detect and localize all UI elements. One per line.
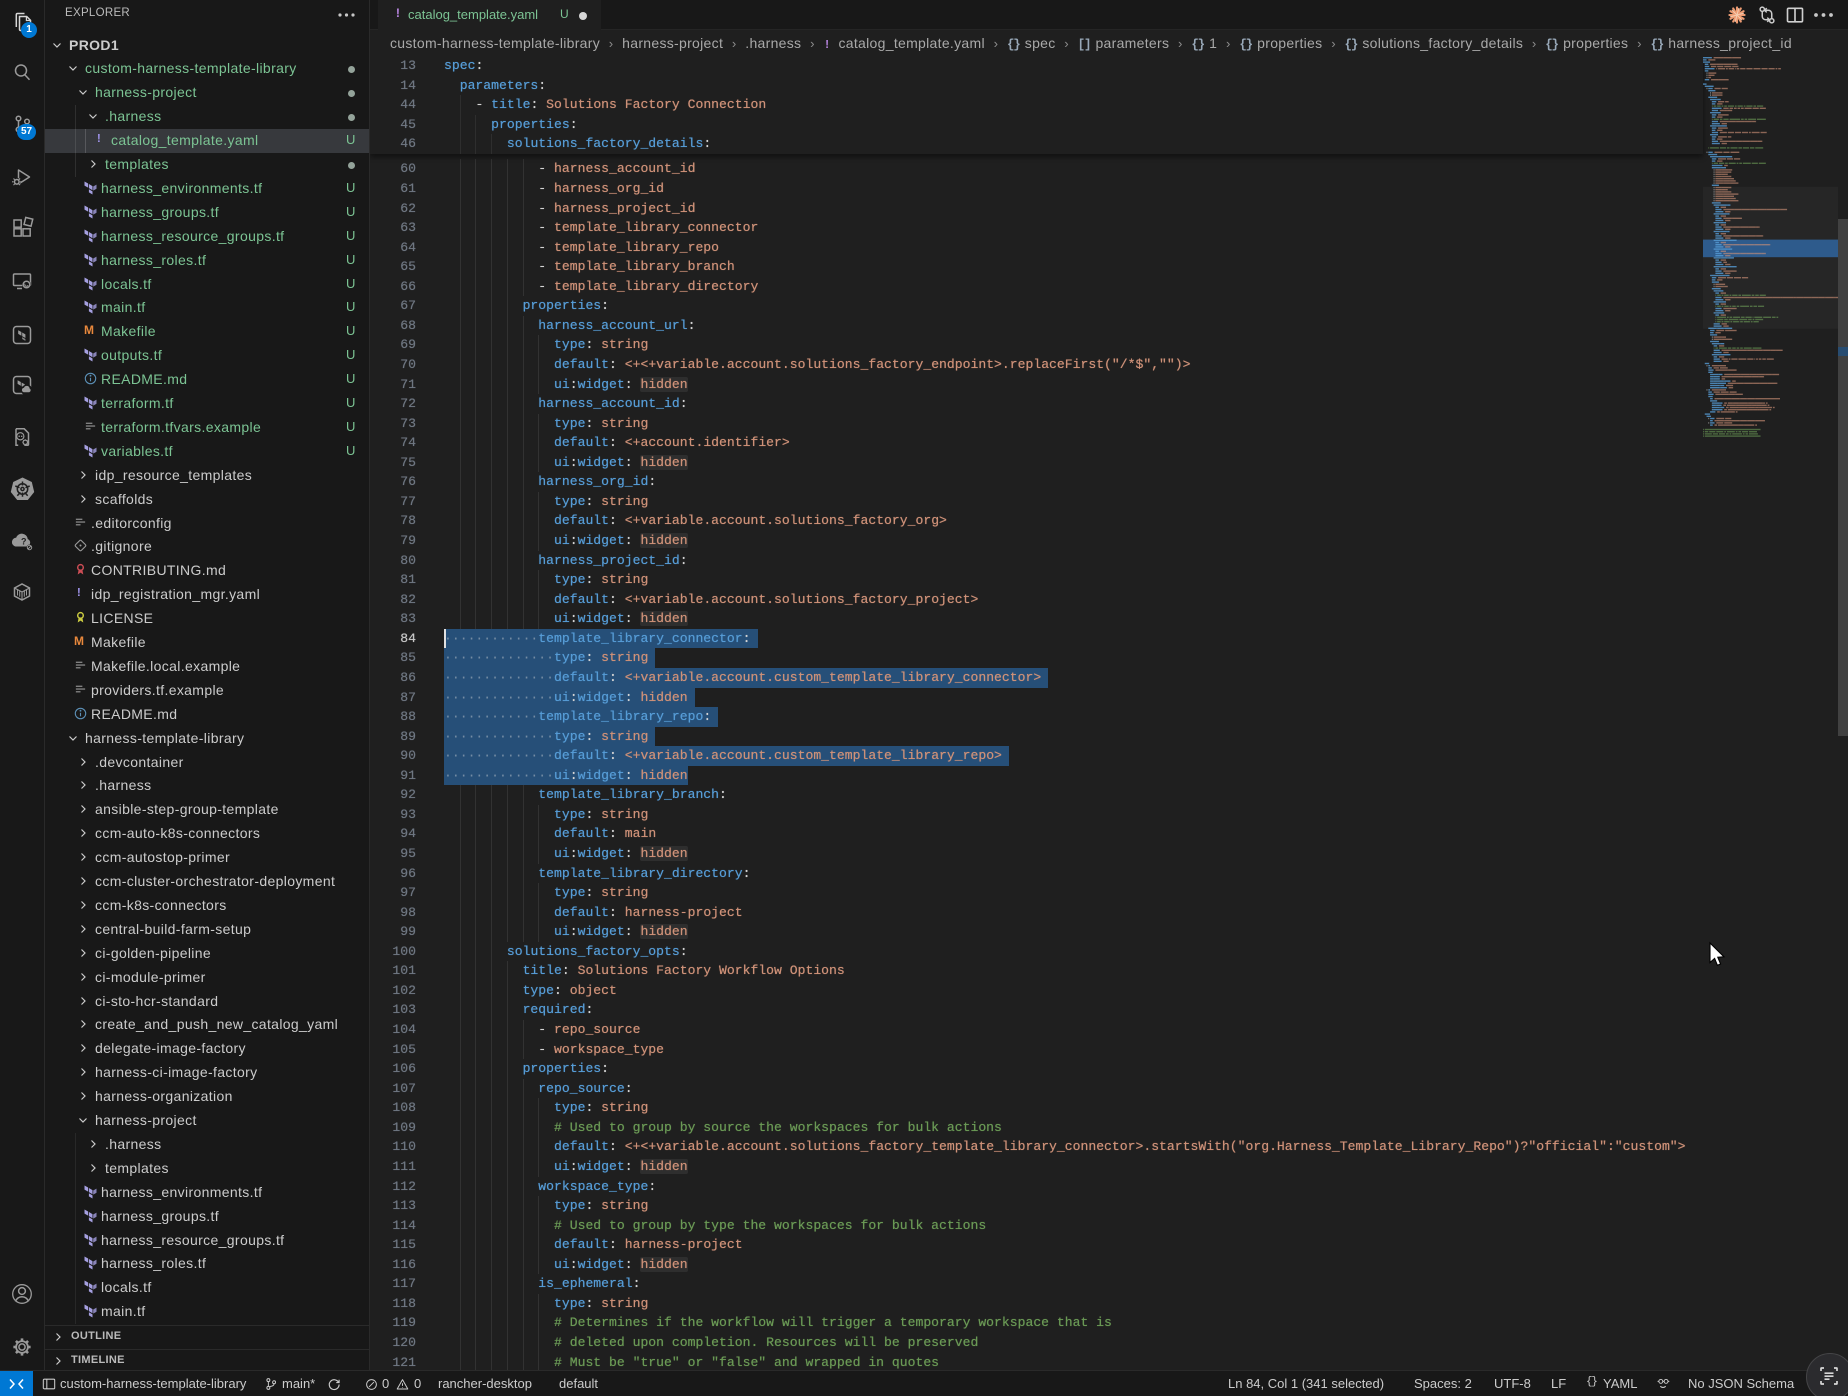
svg-text:?: ?: [21, 537, 27, 547]
